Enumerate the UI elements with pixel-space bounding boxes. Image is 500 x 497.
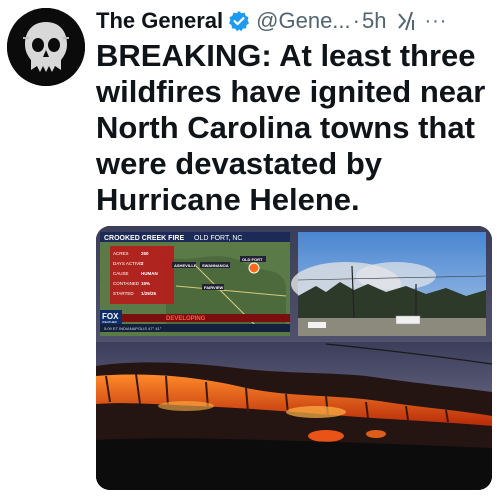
tweet-media[interactable]: CROOKED CREEK FIRE OLD FORT, NC ACRES 25… bbox=[96, 226, 492, 490]
map-label: FAIRVIEW bbox=[204, 285, 223, 290]
news-map-panel: CROOKED CREEK FIRE OLD FORT, NC ACRES 25… bbox=[100, 232, 290, 336]
wildfire-photo bbox=[96, 342, 492, 490]
stat-label: CONTAINED bbox=[113, 281, 140, 286]
ticker-developing: DEVELOPING bbox=[166, 316, 206, 322]
stat-value: 1/29/25 bbox=[141, 291, 157, 296]
ticker-line: 5:09 ET INDIANAPOLIS 47° 41° bbox=[104, 326, 162, 331]
stat-value: HUMAN bbox=[141, 271, 158, 276]
stat-value: 15% bbox=[141, 281, 150, 286]
stat-label: DAYS ACTIVE bbox=[113, 261, 142, 266]
verified-badge-icon bbox=[228, 10, 250, 32]
separator-dot: · bbox=[352, 8, 360, 33]
banner-location: OLD FORT, NC bbox=[194, 235, 243, 242]
display-name[interactable]: The General bbox=[96, 8, 223, 34]
stat-label: CAUSE bbox=[113, 271, 129, 276]
grok-icon[interactable] bbox=[396, 10, 416, 32]
timestamp[interactable]: 5h bbox=[362, 8, 386, 34]
fox-sub: WEATHER bbox=[102, 320, 118, 324]
banner-title: CROOKED CREEK FIRE bbox=[104, 235, 184, 242]
more-options-icon[interactable]: ··· bbox=[424, 11, 447, 31]
skull-avatar-icon bbox=[7, 8, 85, 86]
stat-value: 250 bbox=[141, 251, 149, 256]
map-label: SWANNANOA bbox=[202, 263, 229, 268]
stat-label: ACRES bbox=[113, 251, 129, 256]
stat-label: STARTED bbox=[113, 291, 134, 296]
author-handle[interactable]: @Gene... bbox=[256, 8, 351, 34]
avatar[interactable] bbox=[7, 8, 85, 86]
map-label: OLD FORT bbox=[242, 257, 263, 262]
tweet-text: BREAKING: At least three wildfires have … bbox=[96, 38, 486, 217]
map-label: ASHEVILLE bbox=[174, 263, 197, 268]
tweet-header: The General @Gene... · 5h ··· bbox=[96, 4, 494, 38]
smoke-photo bbox=[291, 232, 487, 336]
